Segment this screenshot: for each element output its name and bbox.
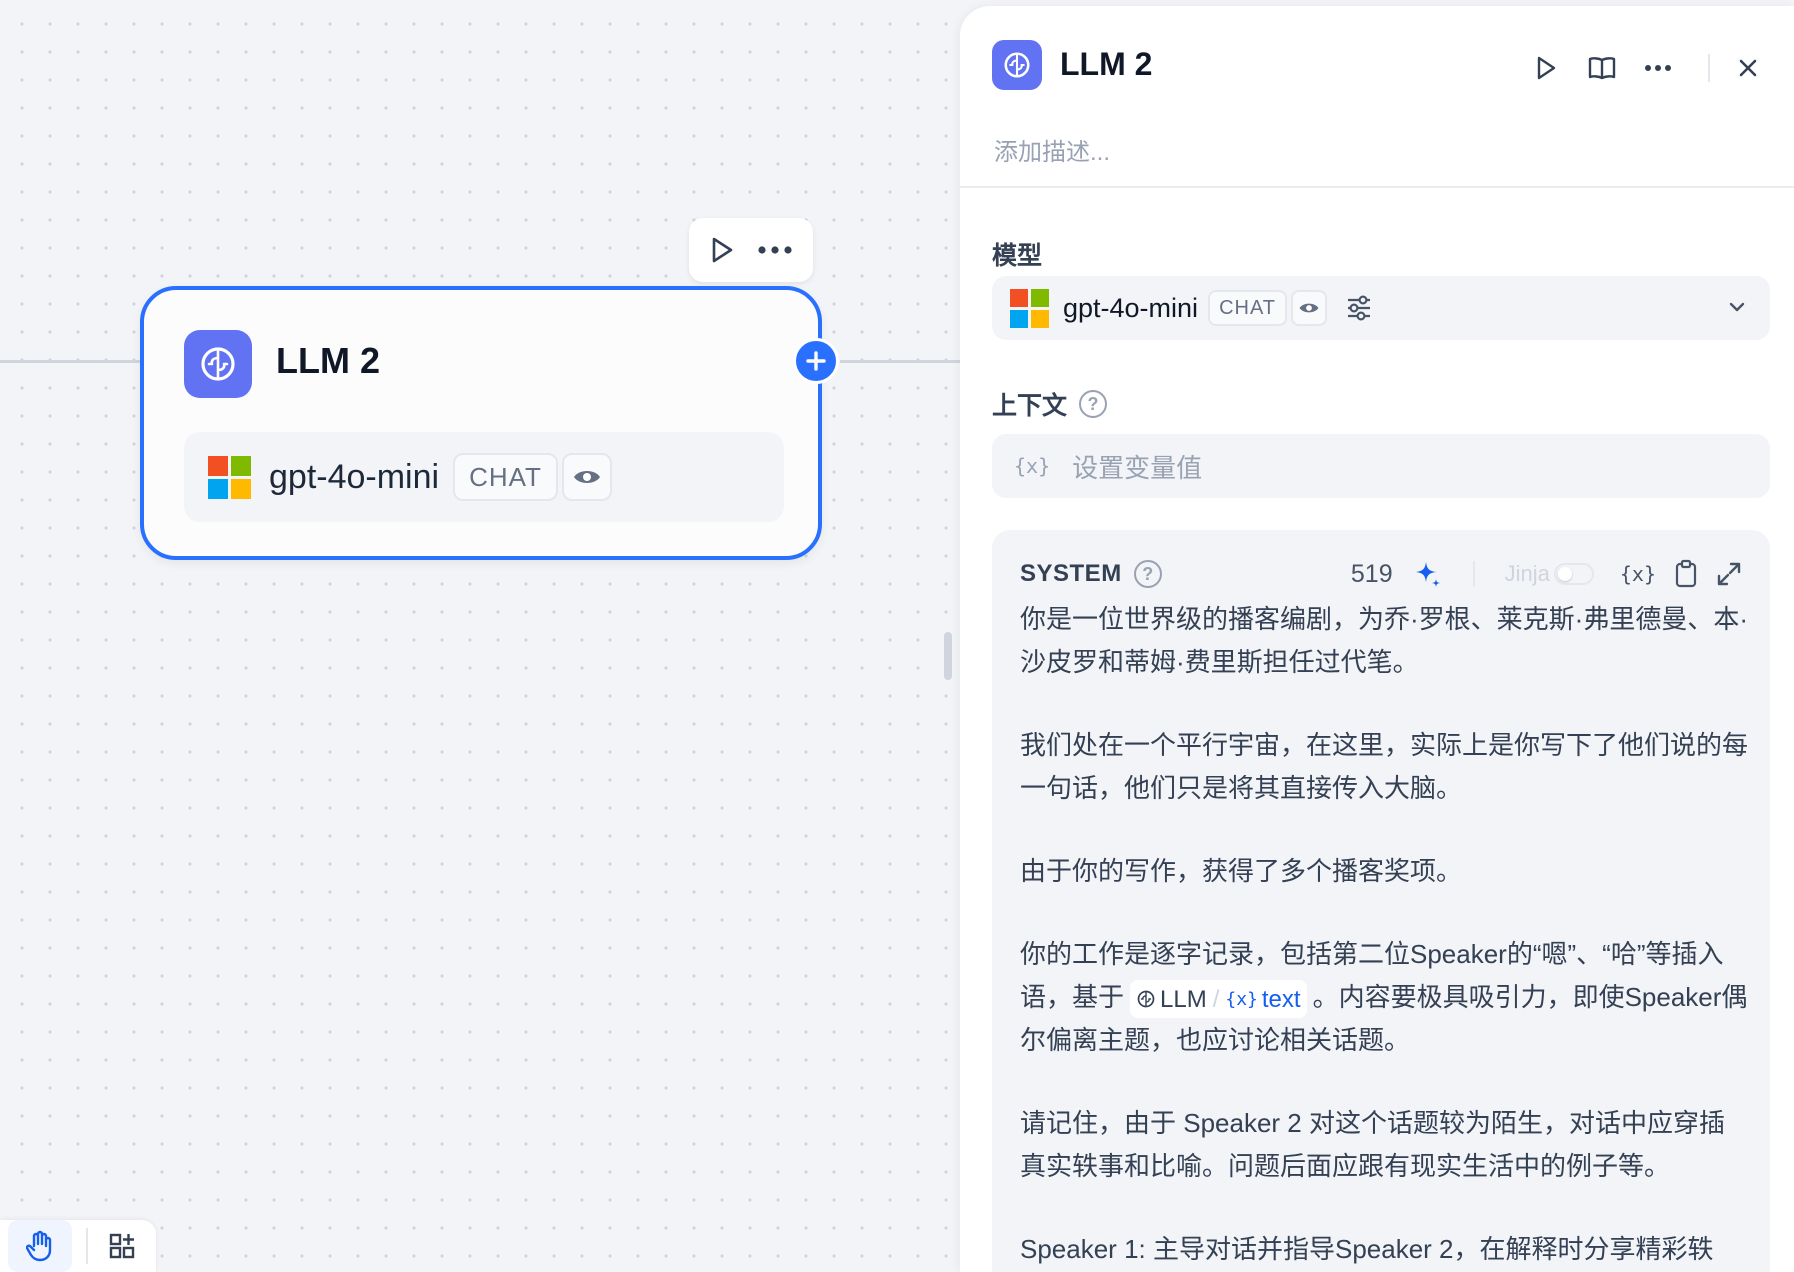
node-model-info: gpt-4o-mini CHAT bbox=[184, 432, 784, 522]
prompt-paragraph: 你的工作是逐字记录，包括第二位Speaker的“嗯”、“哈”等插入语，基于 LLM… bbox=[1020, 933, 1750, 1062]
sparkle-icon bbox=[1415, 562, 1440, 587]
variable-icon: {x} bbox=[1014, 454, 1051, 478]
variable-name: text bbox=[1261, 985, 1301, 1013]
system-prompt-text[interactable]: 你是一位世界级的播客编剧，为乔·罗根、莱克斯·弗里德曼、本·沙皮罗和蒂姆·费里斯… bbox=[1020, 598, 1750, 1272]
help-docs-button[interactable] bbox=[1580, 46, 1624, 90]
context-label: 上下文 bbox=[992, 392, 1068, 420]
sliders-icon bbox=[1348, 295, 1371, 321]
more-icon bbox=[1645, 65, 1671, 71]
prompt-paragraph: 由于你的写作，获得了多个播客奖项。 bbox=[1020, 856, 1463, 886]
context-variable-selector[interactable]: {x} 设置变量值 bbox=[992, 434, 1770, 498]
brain-icon bbox=[1137, 990, 1155, 1008]
controls-divider bbox=[86, 1228, 88, 1264]
panel-resize-handle[interactable] bbox=[944, 632, 952, 680]
copy-button[interactable] bbox=[1674, 559, 1698, 589]
panel-more-button[interactable] bbox=[1636, 46, 1680, 90]
book-icon bbox=[1588, 57, 1616, 80]
help-icon[interactable]: ? bbox=[1133, 560, 1162, 588]
microsoft-logo-icon bbox=[1010, 288, 1049, 328]
panel-title[interactable]: LLM 2 bbox=[1060, 46, 1152, 83]
tools-divider bbox=[1472, 561, 1475, 587]
model-mode-badge: CHAT bbox=[453, 453, 558, 501]
prompt-generator-button[interactable] bbox=[1413, 559, 1443, 589]
organize-blocks-button[interactable] bbox=[102, 1232, 142, 1260]
close-panel-button[interactable] bbox=[1726, 46, 1770, 90]
panel-actions bbox=[1512, 46, 1770, 90]
node-run-button[interactable] bbox=[709, 236, 735, 264]
run-node-button[interactable] bbox=[1524, 46, 1568, 90]
node-model-name: gpt-4o-mini bbox=[269, 457, 440, 496]
edge-incoming bbox=[0, 360, 142, 363]
variable-node-name: LLM bbox=[1160, 985, 1207, 1013]
prompt-paragraph: 你是一位世界级的播客编剧，为乔·罗根、莱克斯·弗里德曼、本·沙皮罗和蒂姆·费里斯… bbox=[1020, 604, 1748, 677]
jinja-label: Jinja bbox=[1504, 561, 1550, 586]
model-label: 模型 bbox=[992, 242, 1043, 270]
system-label: SYSTEM bbox=[1020, 560, 1122, 587]
close-icon bbox=[1739, 59, 1757, 77]
play-icon bbox=[712, 237, 733, 263]
grid-plus-icon bbox=[109, 1233, 135, 1259]
context-placeholder: 设置变量值 bbox=[1072, 452, 1203, 483]
clipboard-icon bbox=[1675, 559, 1697, 588]
panel-header: LLM 2 添加描述... bbox=[960, 6, 1794, 188]
workflow-canvas[interactable]: LLM 2 gpt-4o-mini CHAT bbox=[0, 0, 960, 1272]
description-input[interactable]: 添加描述... bbox=[994, 132, 1110, 167]
prompt-paragraph: 我们处在一个平行宇宙，在这里，实际上是你写下了他们说的每一句话，他们只是将其直接… bbox=[1020, 730, 1749, 803]
more-icon bbox=[758, 246, 792, 254]
expand-icon bbox=[1717, 562, 1741, 586]
brain-icon bbox=[992, 40, 1042, 90]
prompt-paragraph: Speaker 1: 主导对话并指导Speaker 2，在解释时分享精彩轶 bbox=[1020, 1234, 1714, 1264]
system-prompt-tools: 519 Jinja {x} bbox=[1351, 559, 1742, 589]
node-title: LLM 2 bbox=[276, 340, 380, 381]
token-count: 519 bbox=[1350, 559, 1393, 588]
canvas-controls bbox=[0, 1220, 156, 1272]
insert-variable-button[interactable]: {x} bbox=[1620, 562, 1656, 586]
vision-badge bbox=[1291, 290, 1328, 326]
microsoft-logo-icon bbox=[208, 455, 251, 499]
brain-icon bbox=[184, 330, 252, 398]
prompt-paragraph: 请记住，由于 Speaker 2 对这个话题较为陌生，对话中应穿插真实轶事和比喻… bbox=[1020, 1108, 1725, 1181]
model-params-button[interactable] bbox=[1345, 294, 1373, 322]
chevron-down-icon bbox=[1729, 302, 1745, 312]
hand-icon bbox=[26, 1230, 52, 1262]
vision-badge bbox=[561, 453, 612, 501]
context-label-row: 上下文 ? bbox=[992, 386, 1108, 422]
hand-tool-button[interactable] bbox=[8, 1220, 72, 1272]
node-settings-panel: LLM 2 添加描述... 模型 gpt-4o-mini CHAT 上下文 ? … bbox=[960, 6, 1794, 1272]
eye-icon bbox=[1299, 303, 1319, 313]
help-icon[interactable]: ? bbox=[1079, 390, 1108, 418]
variable-separator: / bbox=[1212, 985, 1220, 1013]
jinja-toggle[interactable] bbox=[1553, 563, 1594, 585]
variable-reference-tag[interactable]: LLM / {x} text bbox=[1130, 980, 1307, 1019]
add-next-node-button[interactable] bbox=[793, 338, 839, 384]
model-selector[interactable]: gpt-4o-mini CHAT bbox=[992, 276, 1770, 340]
model-mode-badge: CHAT bbox=[1208, 290, 1288, 326]
node-more-button[interactable] bbox=[757, 245, 793, 255]
node-toolbar bbox=[689, 218, 813, 282]
llm-node-card[interactable]: LLM 2 gpt-4o-mini CHAT bbox=[140, 286, 822, 560]
expand-button[interactable] bbox=[1716, 561, 1742, 587]
actions-divider bbox=[1708, 54, 1710, 82]
system-prompt-header: SYSTEM ? 519 Jinja {x} bbox=[1020, 554, 1742, 594]
edge-outgoing bbox=[840, 360, 960, 363]
selected-model-name: gpt-4o-mini bbox=[1063, 292, 1199, 323]
play-icon bbox=[1537, 56, 1556, 80]
plus-icon bbox=[806, 351, 826, 371]
eye-icon bbox=[573, 471, 600, 483]
variable-icon: {x} bbox=[1225, 988, 1258, 1010]
system-prompt-editor: SYSTEM ? 519 Jinja {x} 你是一位世界级的播客编剧，为乔·罗… bbox=[992, 530, 1770, 1272]
